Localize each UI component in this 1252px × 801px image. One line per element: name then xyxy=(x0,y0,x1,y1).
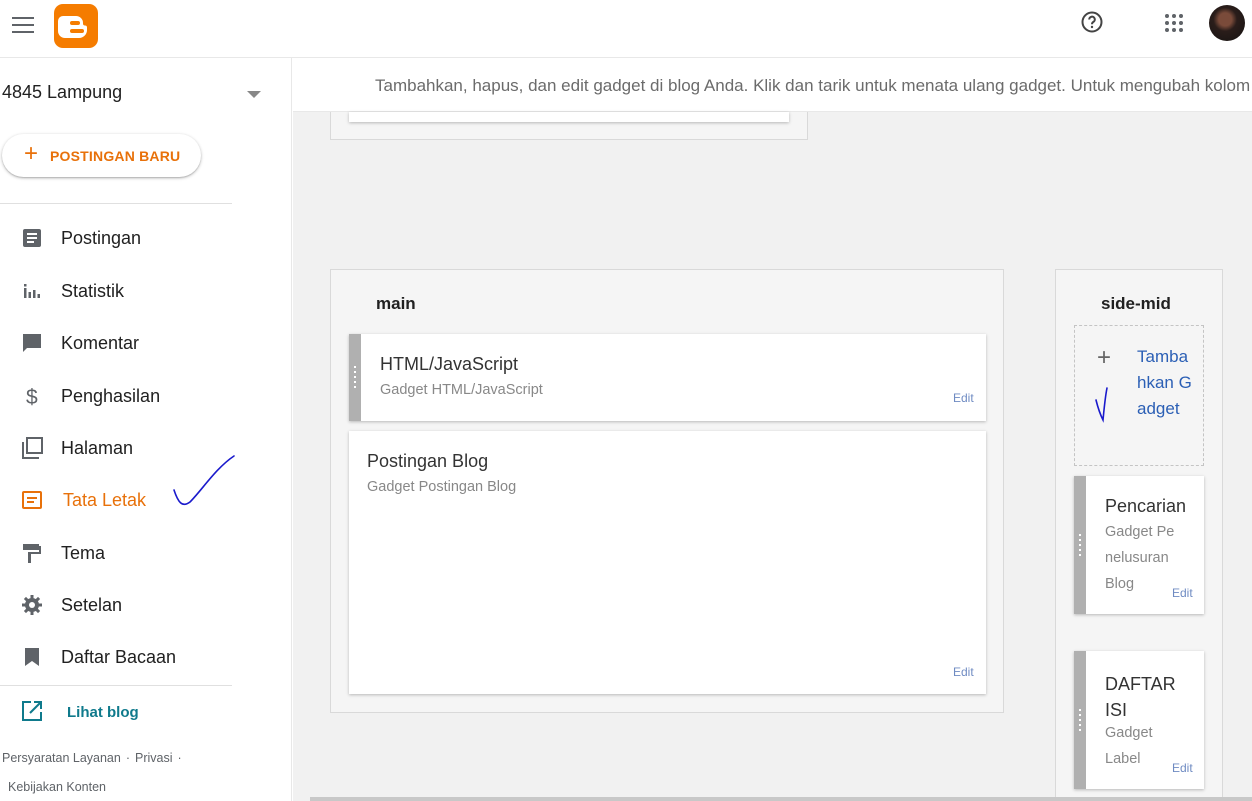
sidebar-item-label: Daftar Bacaan xyxy=(61,647,177,667)
sidebar-item-label: Tema xyxy=(61,543,106,563)
gadget-card[interactable]: Postingan Blog Gadget Postingan Blog Edi… xyxy=(349,431,986,694)
drag-handle-icon[interactable] xyxy=(349,334,361,421)
sidebar-item-label: Tata Letak xyxy=(63,490,147,510)
sidebar-item-penghasilan[interactable]: $ Penghasilan xyxy=(0,376,270,416)
footer-links: Persyaratan Layanan · Privasi · Kebijakan K… xyxy=(2,744,262,801)
header-section xyxy=(330,112,808,140)
blog-selector[interactable]: 4845 Lampung xyxy=(2,82,272,108)
terms-link[interactable]: Persyaratan Layanan xyxy=(2,751,121,765)
section-main: main HTML/JavaScript Gadget HTML/JavaScr… xyxy=(330,269,1004,713)
horizontal-scrollbar[interactable] xyxy=(310,797,1252,801)
gadget-title: Postingan Blog xyxy=(367,451,489,471)
svg-text:$: $ xyxy=(26,386,38,408)
layout-canvas: Tambahkan, hapus, dan edit gadget di blo… xyxy=(293,58,1252,801)
sidebar-item-postingan[interactable]: Postingan xyxy=(0,218,270,258)
external-link-icon xyxy=(21,700,43,722)
gadget-title: DAFTAR ISI xyxy=(1105,674,1176,720)
checkmark-annotation xyxy=(173,455,235,506)
new-post-label: POSTINGAN BARU xyxy=(50,148,181,164)
gadget-card-partial[interactable] xyxy=(349,112,789,122)
gadget-edit-link[interactable]: Edit xyxy=(1172,586,1193,600)
comment-icon xyxy=(20,331,44,355)
gadget-edit-link[interactable]: Edit xyxy=(953,665,974,679)
layout-icon xyxy=(20,488,44,512)
sidebar-item-label: Halaman xyxy=(61,438,134,458)
paint-roller-icon xyxy=(20,541,44,565)
privacy-link[interactable]: Privasi xyxy=(135,751,173,765)
gadget-edit-link[interactable]: Edit xyxy=(953,391,974,405)
sidebar: 4845 Lampung + POSTINGAN BARU Postingan … xyxy=(0,58,292,801)
separator-dot: · xyxy=(177,751,182,765)
pages-icon xyxy=(20,436,44,460)
sidebar-item-label: Statistik xyxy=(61,281,125,301)
separator-dot: · xyxy=(125,751,131,765)
checkmark-annotation xyxy=(1095,387,1108,423)
gadget-card[interactable]: Pencarian Gadget Penelusuran Blog Edit xyxy=(1074,476,1204,614)
divider xyxy=(0,685,232,686)
drag-handle-icon[interactable] xyxy=(1074,476,1086,614)
info-bar: Tambahkan, hapus, dan edit gadget di blo… xyxy=(293,58,1252,112)
sidebar-item-setelan[interactable]: Setelan xyxy=(0,585,270,625)
sidebar-item-tema[interactable]: Tema xyxy=(0,533,270,573)
gadget-subtitle: Gadget Label xyxy=(1105,725,1153,767)
add-gadget-label: Tambahkan Gadget xyxy=(1137,347,1192,418)
section-title: side-mid xyxy=(1101,294,1171,313)
section-side-mid: side-mid + Tambahkan Gadget Pencarian Ga… xyxy=(1055,269,1223,801)
sidebar-item-label: Komentar xyxy=(61,333,140,353)
layout-instructions: Tambahkan, hapus, dan edit gadget di blo… xyxy=(375,76,1252,95)
sidebar-item-statistik[interactable]: Statistik xyxy=(0,271,270,311)
sidebar-item-label: Penghasilan xyxy=(61,386,161,406)
bookmark-icon xyxy=(20,645,44,669)
help-circle-icon[interactable] xyxy=(1080,10,1104,34)
gadget-title: HTML/JavaScript xyxy=(380,354,519,374)
chevron-down-icon xyxy=(247,91,261,98)
blogger-logo-icon[interactable] xyxy=(54,4,98,48)
new-post-button[interactable]: + POSTINGAN BARU xyxy=(2,134,201,177)
content-policy-link[interactable]: Kebijakan Konten xyxy=(8,780,106,794)
sidebar-item-komentar[interactable]: Komentar xyxy=(0,323,270,363)
gadget-subtitle: Gadget Penelusuran Blog xyxy=(1105,524,1175,592)
gadget-subtitle: Gadget HTML/JavaScript xyxy=(380,382,543,398)
gadget-card[interactable]: HTML/JavaScript Gadget HTML/JavaScript E… xyxy=(349,334,986,421)
gadget-card[interactable]: DAFTAR ISI Gadget Label Edit xyxy=(1074,651,1204,789)
plus-icon: + xyxy=(24,140,39,167)
posts-icon xyxy=(20,226,44,250)
plus-icon: + xyxy=(1097,344,1112,371)
top-bar xyxy=(0,0,1252,58)
section-title: main xyxy=(376,294,416,313)
sidebar-item-label: Postingan xyxy=(61,228,142,248)
hamburger-menu-icon[interactable] xyxy=(12,14,36,34)
sidebar-item-daftar-bacaan[interactable]: Daftar Bacaan xyxy=(0,637,270,677)
gadget-edit-link[interactable]: Edit xyxy=(1172,761,1193,775)
blog-name: 4845 Lampung xyxy=(2,82,123,102)
dollar-icon: $ xyxy=(20,384,44,409)
gadget-title: Pencarian xyxy=(1105,496,1187,516)
sidebar-item-label: Setelan xyxy=(61,595,123,615)
gear-icon xyxy=(20,593,44,617)
divider xyxy=(0,203,232,204)
user-avatar[interactable] xyxy=(1209,5,1245,41)
view-blog-label: Lihat blog xyxy=(67,704,139,721)
drag-handle-icon[interactable] xyxy=(1074,651,1086,789)
gadget-subtitle: Gadget Postingan Blog xyxy=(367,479,517,495)
view-blog-link[interactable]: Lihat blog xyxy=(0,696,240,728)
apps-grid-icon[interactable] xyxy=(1163,12,1185,34)
stats-icon xyxy=(20,279,44,303)
